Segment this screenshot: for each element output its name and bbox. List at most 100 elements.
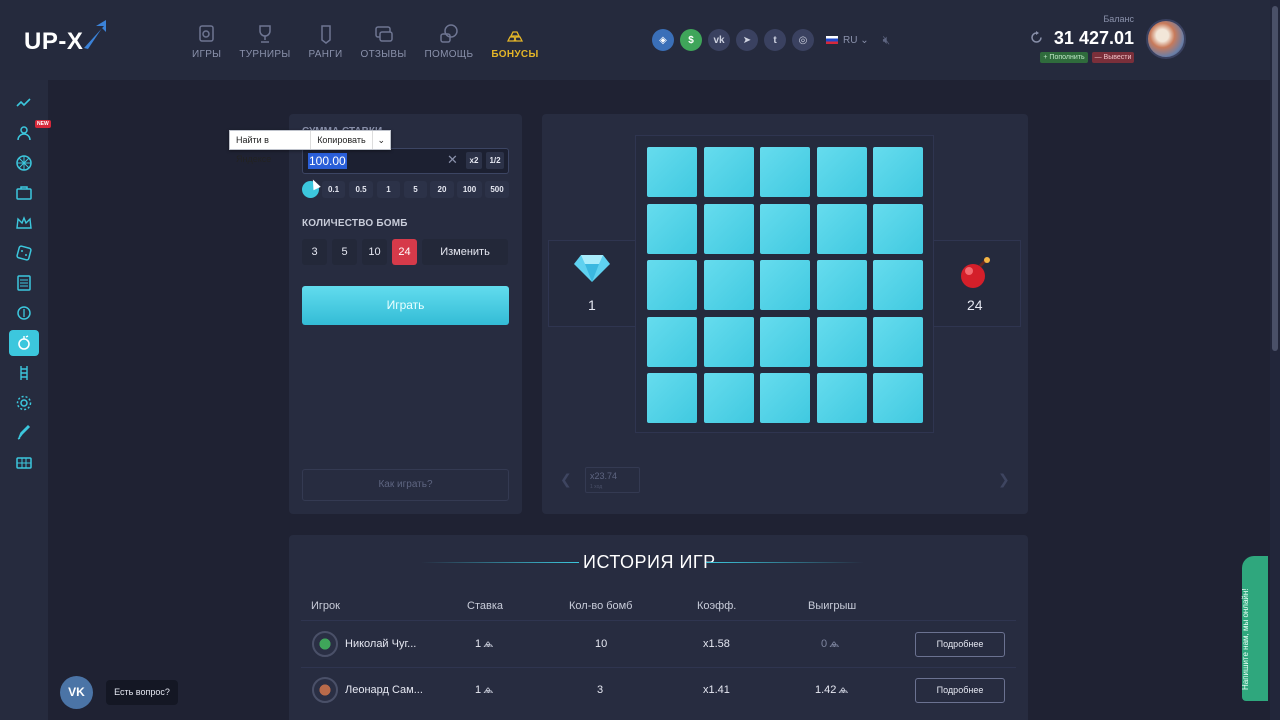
mine-tile[interactable] bbox=[647, 260, 697, 310]
chevron-right-icon[interactable]: ❯ bbox=[998, 471, 1010, 488]
vk-question-bubble[interactable]: Есть вопрос? bbox=[106, 680, 178, 705]
mine-tile[interactable] bbox=[873, 373, 923, 423]
nav-games-label: ИГРЫ bbox=[192, 49, 222, 60]
avatar[interactable] bbox=[1146, 19, 1186, 59]
mine-tile[interactable] bbox=[873, 147, 923, 197]
quick-bet-button[interactable]: 500 bbox=[485, 181, 509, 198]
mine-tile[interactable] bbox=[873, 260, 923, 310]
mine-tile[interactable] bbox=[647, 317, 697, 367]
mine-tile[interactable] bbox=[817, 373, 867, 423]
nav-bonuses[interactable]: БОНУСЫ bbox=[491, 20, 538, 60]
nav-reviews[interactable]: ОТЗЫВЫ bbox=[361, 20, 407, 60]
column-coef: Коэфф. bbox=[697, 600, 737, 612]
instagram-icon[interactable]: ◎ bbox=[792, 29, 814, 51]
shield-badge-icon[interactable]: ◈ bbox=[652, 29, 674, 51]
scrollbar-thumb[interactable] bbox=[1272, 6, 1278, 351]
sidebar-keno-icon[interactable] bbox=[14, 453, 34, 473]
vk-chat-icon[interactable]: VK bbox=[60, 676, 93, 709]
clear-icon[interactable]: ✕ bbox=[447, 152, 458, 168]
mine-tile[interactable] bbox=[873, 317, 923, 367]
table-player[interactable]: Леонард Сам... bbox=[345, 684, 423, 696]
table-bombs: 10 bbox=[595, 638, 608, 650]
bombs-option-3[interactable]: 3 bbox=[302, 239, 327, 265]
nav-ranks[interactable]: РАНГИ bbox=[309, 20, 343, 60]
sidebar-mines-icon[interactable] bbox=[9, 330, 39, 356]
sidebar-coin-flip-icon[interactable] bbox=[14, 303, 34, 323]
bet-value: 1 bbox=[475, 638, 482, 650]
mine-tile[interactable] bbox=[760, 147, 810, 197]
dollar-icon[interactable]: $ bbox=[680, 29, 702, 51]
mine-tile[interactable] bbox=[760, 260, 810, 310]
vk-icon[interactable]: vk bbox=[708, 29, 730, 51]
mine-tile[interactable] bbox=[817, 147, 867, 197]
chevron-left-icon[interactable]: ❮ bbox=[560, 471, 572, 488]
mine-tile[interactable] bbox=[817, 260, 867, 310]
online-chat-label[interactable]: Напишите нам, мы онлайн! bbox=[1241, 550, 1250, 690]
divider bbox=[301, 667, 1016, 668]
nav-tournaments[interactable]: ТУРНИРЫ bbox=[239, 20, 290, 60]
quick-bet-button[interactable]: 100 bbox=[457, 181, 482, 198]
bet-double-button[interactable]: x2 bbox=[466, 152, 482, 169]
table-player[interactable]: Николай Чуг... bbox=[345, 638, 416, 650]
sidebar-trend-icon[interactable] bbox=[14, 93, 34, 113]
mine-tile[interactable] bbox=[704, 373, 754, 423]
gold-bars-icon bbox=[506, 31, 523, 42]
avatar bbox=[312, 631, 338, 657]
logo[interactable]: UP-X bbox=[24, 28, 83, 56]
chevron-down-icon[interactable]: ⌄ bbox=[373, 135, 390, 146]
mine-tile[interactable] bbox=[760, 317, 810, 367]
sidebar-gear-icon[interactable] bbox=[14, 393, 34, 413]
mine-tile[interactable] bbox=[647, 147, 697, 197]
sidebar-wheel-icon[interactable] bbox=[14, 153, 34, 173]
sound-mute-icon[interactable]: 🔇︎ bbox=[883, 33, 891, 48]
nav-games[interactable]: ИГРЫ bbox=[192, 20, 221, 60]
context-find-yandex[interactable]: Найти в Яндексе bbox=[230, 131, 312, 164]
sidebar-rocket-icon[interactable] bbox=[14, 423, 34, 443]
mine-tile[interactable] bbox=[704, 147, 754, 197]
language-select[interactable]: RU ⌄ bbox=[826, 35, 869, 46]
bombs-option-5[interactable]: 5 bbox=[332, 239, 357, 265]
mine-tile[interactable] bbox=[647, 204, 697, 254]
refresh-icon[interactable] bbox=[1030, 31, 1043, 44]
bombs-option-24[interactable]: 24 bbox=[392, 239, 417, 265]
mine-tile[interactable] bbox=[817, 204, 867, 254]
quick-bet-button[interactable]: 20 bbox=[430, 181, 454, 198]
mine-tile[interactable] bbox=[647, 373, 697, 423]
win-value: 1.42 bbox=[815, 684, 837, 696]
sidebar-ladder-icon[interactable] bbox=[14, 363, 34, 383]
context-copy[interactable]: Копировать bbox=[311, 131, 373, 149]
nav-help[interactable]: ПОМОЩЬ bbox=[425, 20, 474, 60]
withdraw-button[interactable]: — Вывести bbox=[1092, 52, 1134, 63]
mine-tile[interactable] bbox=[817, 317, 867, 367]
sidebar-dice-icon[interactable] bbox=[14, 243, 34, 263]
how-to-play-button[interactable]: Как играть? bbox=[302, 469, 509, 501]
quick-bet-button[interactable]: 0.1 bbox=[322, 181, 345, 198]
telegram-icon[interactable]: ➤ bbox=[736, 29, 758, 51]
quick-bet-button[interactable]: 0.5 bbox=[349, 181, 373, 198]
bombs-option-10[interactable]: 10 bbox=[362, 239, 387, 265]
logo-arrow-icon bbox=[84, 20, 106, 49]
sidebar-case-icon[interactable] bbox=[14, 183, 34, 203]
mine-tile[interactable] bbox=[760, 373, 810, 423]
play-button[interactable]: Играть bbox=[302, 286, 509, 325]
sidebar-slot-icon[interactable] bbox=[14, 273, 34, 293]
quick-bet-button[interactable]: 5 bbox=[404, 181, 427, 198]
twitter-icon[interactable]: t bbox=[764, 29, 786, 51]
details-button[interactable]: Подробнее bbox=[915, 632, 1005, 657]
quick-bet-button[interactable]: 1 bbox=[377, 181, 400, 198]
bombs-change-button[interactable]: Изменить bbox=[422, 239, 508, 265]
mine-tile[interactable] bbox=[704, 317, 754, 367]
mine-tile[interactable] bbox=[704, 260, 754, 310]
bet-amount-value[interactable]: 100.00 bbox=[308, 153, 347, 169]
sidebar-crown-icon[interactable] bbox=[14, 213, 34, 233]
bet-half-button[interactable]: 1/2 bbox=[486, 152, 504, 169]
mine-tile[interactable] bbox=[873, 204, 923, 254]
deposit-button[interactable]: + Пополнить bbox=[1040, 52, 1088, 63]
table-bombs: 3 bbox=[597, 684, 604, 696]
mine-tile[interactable] bbox=[704, 204, 754, 254]
sidebar-user-new-icon[interactable] bbox=[14, 123, 34, 143]
column-win: Выигрыш bbox=[808, 600, 857, 612]
mine-tile[interactable] bbox=[760, 204, 810, 254]
help-icon bbox=[440, 24, 458, 43]
details-button[interactable]: Подробнее bbox=[915, 678, 1005, 703]
